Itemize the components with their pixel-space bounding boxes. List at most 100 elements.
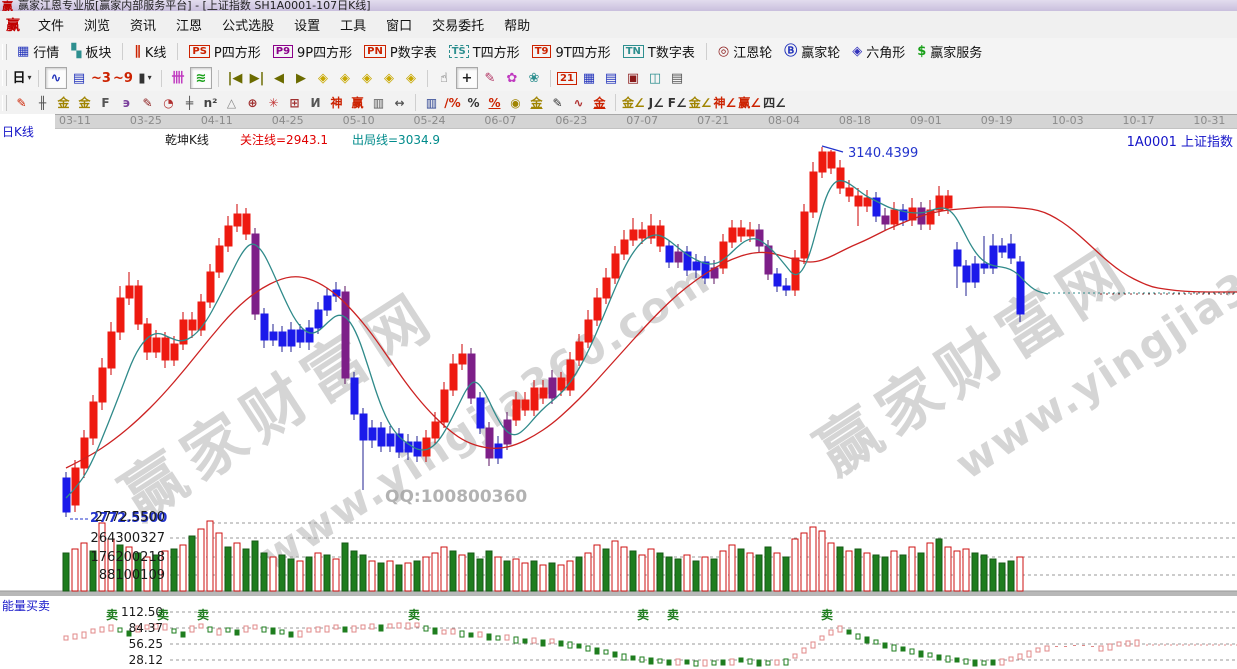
draw-pen-flag-tool[interactable]: ✎ bbox=[548, 93, 567, 112]
draw-gold-under-tool[interactable]: 金 bbox=[590, 93, 609, 112]
calendar-button[interactable]: 21 bbox=[557, 68, 577, 88]
profit-button[interactable]: ≋ bbox=[190, 67, 212, 89]
draw-measure-tool[interactable]: ↔ bbox=[390, 93, 409, 112]
note-button[interactable]: ▤ bbox=[69, 68, 89, 88]
report-button[interactable]: ▤ bbox=[601, 68, 621, 88]
menu-item-工具[interactable]: 工具 bbox=[330, 13, 376, 36]
draw-shen-tool[interactable]: 神 bbox=[327, 93, 346, 112]
flower-tool-button[interactable]: ✿ bbox=[502, 68, 522, 88]
p-square-button[interactable]: PSP四方形 bbox=[183, 41, 266, 62]
draw-cycle-tool[interactable]: ◔ bbox=[159, 93, 178, 112]
draw-shen-angle-tool[interactable]: 神∠ bbox=[714, 93, 737, 112]
reset-view-button[interactable]: ◈ bbox=[401, 68, 421, 88]
slashed-pen-icon: ✎ bbox=[485, 72, 496, 85]
nav-next-button[interactable]: ▶ bbox=[291, 68, 311, 88]
draw-percent-line-tool[interactable]: % bbox=[485, 93, 504, 112]
zoom-out-button[interactable]: ◈ bbox=[313, 68, 333, 88]
draw-target-star-tool[interactable]: ✳ bbox=[264, 93, 283, 112]
gann-wheel-button[interactable]: ◎江恩轮 bbox=[712, 41, 778, 62]
draw-wave-band-tool[interactable]: ∿ bbox=[569, 93, 588, 112]
quote-grid-icon: ▦ bbox=[17, 45, 29, 58]
draw-si-angle-tool[interactable]: 四∠ bbox=[763, 93, 786, 112]
print-button[interactable]: ▤ bbox=[667, 68, 687, 88]
nav-last-button[interactable]: ▶| bbox=[247, 68, 267, 88]
draw-gold-line-tool[interactable]: 金 bbox=[54, 93, 73, 112]
pan-right-button[interactable]: ◈ bbox=[379, 68, 399, 88]
menu-item-窗口[interactable]: 窗口 bbox=[376, 13, 422, 36]
winner-service-button[interactable]: $赢家服务 bbox=[911, 41, 988, 62]
first-icon: |◀ bbox=[228, 72, 243, 85]
quotes-button-label: 行情 bbox=[33, 42, 59, 61]
draw-spiral-tool[interactable]: ϶ bbox=[117, 93, 136, 112]
hexagon-button[interactable]: ◈六角形 bbox=[846, 41, 911, 62]
p-number-button[interactable]: PNP数字表 bbox=[358, 41, 443, 62]
chart-region[interactable]: 赢家财富网 www.yingjia360.com 赢家财富网 www.yingj… bbox=[0, 114, 1237, 669]
erase-draw-button[interactable]: ✎ bbox=[480, 68, 500, 88]
export-button[interactable]: ◫ bbox=[645, 68, 665, 88]
draw-brush-tool[interactable]: ✎ bbox=[12, 93, 31, 112]
zoom-in-button[interactable]: ◈ bbox=[335, 68, 355, 88]
pattern-button[interactable]: ∿ bbox=[45, 67, 67, 89]
9p-square-button[interactable]: P99P四方形 bbox=[267, 41, 358, 62]
menu-item-帮助[interactable]: 帮助 bbox=[494, 13, 540, 36]
draw-price-ladder-tool[interactable]: ▥ bbox=[422, 93, 441, 112]
menu-item-交易委托[interactable]: 交易委托 bbox=[422, 13, 494, 36]
calendar-21-icon: 21 bbox=[557, 72, 577, 85]
brain-tool-button[interactable]: ❀ bbox=[524, 68, 544, 88]
pan-left-button[interactable]: ◈ bbox=[357, 68, 377, 88]
wave9-button[interactable]: ~9 bbox=[113, 68, 133, 88]
draw-fork-tool[interactable]: И bbox=[306, 93, 325, 112]
draw-win-tool[interactable]: 赢 bbox=[348, 93, 367, 112]
hand-tool-button[interactable]: ☝ bbox=[434, 68, 454, 88]
draw-percent-slash-tool[interactable]: ∕% bbox=[443, 93, 462, 112]
draw-n2-tool[interactable]: n² bbox=[201, 93, 220, 112]
kline-button[interactable]: ∥K线 bbox=[128, 41, 172, 62]
draw-target-circle-tool[interactable]: ⊕ bbox=[243, 93, 262, 112]
draw-gold-circle-tool[interactable]: ◉ bbox=[506, 93, 525, 112]
draw-win-angle-tool[interactable]: 赢∠ bbox=[738, 93, 761, 112]
period-day-button[interactable]: 日▾ bbox=[12, 68, 32, 88]
draw-f-line-tool[interactable]: F bbox=[96, 93, 115, 112]
toolbar-grip bbox=[2, 44, 7, 60]
candle-style-button[interactable]: ▮▾ bbox=[135, 68, 155, 88]
menu-item-资讯[interactable]: 资讯 bbox=[120, 13, 166, 36]
menu-item-江恩[interactable]: 江恩 bbox=[166, 13, 212, 36]
calculator-button[interactable]: ▦ bbox=[579, 68, 599, 88]
wave3-button[interactable]: ~3 bbox=[91, 68, 111, 88]
t-square-button[interactable]: TST四方形 bbox=[443, 41, 526, 62]
draw-percent-tool[interactable]: % bbox=[464, 93, 483, 112]
chip-button[interactable]: 卌 bbox=[168, 68, 188, 88]
toolbar-grip bbox=[2, 95, 7, 111]
nav-prev-button[interactable]: ◀ bbox=[269, 68, 289, 88]
draw-target-square-tool[interactable]: ⊞ bbox=[285, 93, 304, 112]
draw-f-angle-tool[interactable]: F∠ bbox=[668, 93, 687, 112]
draw-gold-bar-tool[interactable]: 金 bbox=[527, 93, 546, 112]
prev-icon: ◀ bbox=[274, 72, 284, 85]
menu-item-公式选股[interactable]: 公式选股 bbox=[212, 13, 284, 36]
winner-wheel-button[interactable]: Ⓑ赢家轮 bbox=[778, 41, 846, 62]
date-label: 05-10 bbox=[337, 115, 381, 127]
draw-j-angle-tool[interactable]: J∠ bbox=[647, 93, 666, 112]
draw-brush2-tool[interactable]: ✎ bbox=[138, 93, 157, 112]
9t-square-button[interactable]: T99T四方形 bbox=[526, 41, 617, 62]
p9-badge-icon: P9 bbox=[273, 45, 293, 58]
t-number-button[interactable]: TNT数字表 bbox=[617, 41, 701, 62]
draw-ruler-tool[interactable]: ▥ bbox=[369, 93, 388, 112]
draw-gann-line-tool[interactable]: ╫ bbox=[33, 93, 52, 112]
save-button[interactable]: ▣ bbox=[623, 68, 643, 88]
draw-mirror-tool[interactable]: △ bbox=[222, 93, 241, 112]
crosshair-tool-button[interactable]: + bbox=[456, 67, 478, 89]
menu-item-设置[interactable]: 设置 bbox=[284, 13, 330, 36]
hexagon-icon: ◈ bbox=[852, 45, 862, 58]
date-label: 04-25 bbox=[266, 115, 310, 127]
menu-item-浏览[interactable]: 浏览 bbox=[74, 13, 120, 36]
draw-gold-line2-tool[interactable]: 金 bbox=[75, 93, 94, 112]
draw-grid-line-tool[interactable]: ╪ bbox=[180, 93, 199, 112]
quotes-button[interactable]: ▦ 行情 bbox=[11, 41, 65, 62]
watermark-url: www.yingjia360.com bbox=[252, 254, 720, 581]
draw-gold2-angle-tool[interactable]: 金∠ bbox=[689, 93, 712, 112]
draw-gold-angle-tool[interactable]: 金∠ bbox=[622, 93, 645, 112]
nav-first-button[interactable]: |◀ bbox=[225, 68, 245, 88]
menu-item-文件[interactable]: 文件 bbox=[28, 13, 74, 36]
sectors-button[interactable]: ▚板块 bbox=[65, 41, 117, 62]
